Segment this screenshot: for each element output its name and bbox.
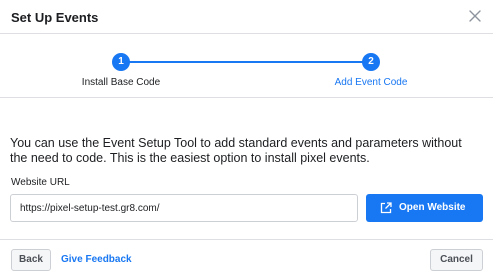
progress-stepper: 1 Install Base Code 2 Add Event Code bbox=[0, 34, 493, 98]
dialog-footer: Back Give Feedback Cancel bbox=[0, 239, 493, 275]
step-1-circle: 1 bbox=[112, 53, 130, 71]
cancel-button[interactable]: Cancel bbox=[430, 249, 483, 271]
close-button[interactable] bbox=[467, 8, 483, 24]
website-url-input[interactable] bbox=[10, 194, 358, 222]
set-up-events-dialog: Set Up Events 1 Install Base Code 2 Add … bbox=[0, 0, 493, 275]
step-2-label: Add Event Code bbox=[334, 77, 408, 88]
external-link-icon bbox=[380, 202, 392, 214]
close-icon bbox=[469, 10, 481, 22]
step-2-circle: 2 bbox=[362, 53, 380, 71]
website-url-label: Website URL bbox=[11, 177, 70, 188]
open-website-button[interactable]: Open Website bbox=[366, 194, 483, 222]
dialog-title: Set Up Events bbox=[11, 10, 99, 25]
dialog-header: Set Up Events bbox=[0, 0, 493, 34]
step-1-label: Install Base Code bbox=[81, 77, 161, 88]
stepper-connector-line bbox=[121, 61, 371, 63]
instructions-text: You can use the Event Setup Tool to add … bbox=[10, 136, 462, 165]
give-feedback-link[interactable]: Give Feedback bbox=[61, 254, 132, 265]
back-button[interactable]: Back bbox=[11, 249, 51, 271]
open-website-label: Open Website bbox=[399, 202, 466, 213]
